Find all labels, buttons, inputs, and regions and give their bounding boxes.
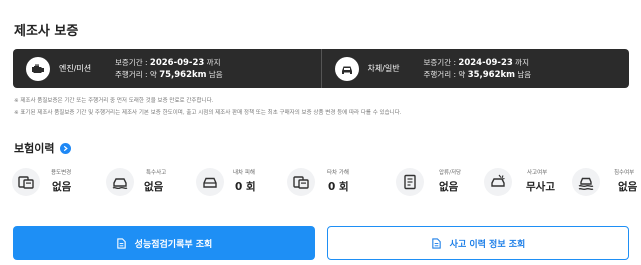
history-label: 사고여부 <box>527 170 548 176</box>
warranty-note-2: ※ 표기된 제조사 품질보증 기간 및 주행거리는 제조사 기본 보증 한도이며… <box>14 110 402 116</box>
car-body-icon <box>334 56 359 81</box>
history-heading: 보험이력 <box>14 140 72 156</box>
use-change-icon <box>12 168 40 196</box>
history-title: 보험이력 <box>14 142 55 155</box>
warranty-body-distance: 주행거리 : 약 35,962km 남음 <box>423 69 532 80</box>
flood-icon <box>572 168 600 196</box>
history-value: 없음 <box>52 181 72 193</box>
warranty-panel: 엔진/미션 보증기간 : 2026-09-23 까지 주행거리 : 약 75,9… <box>13 49 629 88</box>
warranty-engine-period: 보증기간 : 2026-09-23 까지 <box>115 57 221 68</box>
history-label: 특수사고 <box>146 170 167 176</box>
history-value: 없음 <box>618 181 638 193</box>
history-label: 내차 피해 <box>233 170 255 176</box>
own-damage-icon <box>196 168 224 196</box>
warranty-note-1: ※ 제조사 품질보증은 기간 또는 주행거리 중 먼저 도래한 것을 보증 만료… <box>14 98 214 104</box>
seizure-icon <box>396 168 424 196</box>
accident-status-icon <box>484 168 512 196</box>
document-icon <box>431 237 441 249</box>
performance-record-button[interactable]: 성능점검기록부 조회 <box>13 226 315 260</box>
history-label: 압류/저당 <box>439 170 462 176</box>
other-damage-icon <box>287 168 315 196</box>
warranty-engine: 엔진/미션 보증기간 : 2026-09-23 까지 주행거리 : 약 75,9… <box>13 49 321 88</box>
history-value: 0 회 <box>235 181 256 193</box>
document-icon <box>116 237 126 249</box>
history-value: 0 회 <box>328 181 349 193</box>
history-label: 침수여부 <box>614 170 635 176</box>
history-value: 없음 <box>439 181 459 193</box>
warranty-engine-distance: 주행거리 : 약 75,962km 남음 <box>115 69 223 80</box>
section-title: 제조사 보증 <box>14 24 79 39</box>
special-accident-icon <box>106 168 134 196</box>
history-label: 타차 가해 <box>327 170 349 176</box>
accident-history-label: 사고 이력 정보 조회 <box>449 239 526 250</box>
accident-history-button[interactable]: 사고 이력 정보 조회 <box>327 226 629 260</box>
history-label: 용도변경 <box>51 170 72 176</box>
engine-icon <box>26 56 50 81</box>
performance-record-label: 성능점검기록부 조회 <box>134 239 213 250</box>
warranty-body-period: 보증기간 : 2024-09-23 까지 <box>423 57 529 68</box>
warranty-body-name: 차체/일반 <box>367 64 400 73</box>
history-value: 없음 <box>144 181 164 193</box>
warranty-engine-name: 엔진/미션 <box>59 64 92 73</box>
history-items: 용도변경 없음 특수사고 없음 내차 피해 0 회 타차 가해 0 회 압류/저… <box>12 165 637 199</box>
info-icon[interactable] <box>60 142 72 154</box>
warranty-body: 차체/일반 보증기간 : 2024-09-23 까지 주행거리 : 약 35,9… <box>320 49 630 88</box>
history-value: 무사고 <box>526 181 555 193</box>
